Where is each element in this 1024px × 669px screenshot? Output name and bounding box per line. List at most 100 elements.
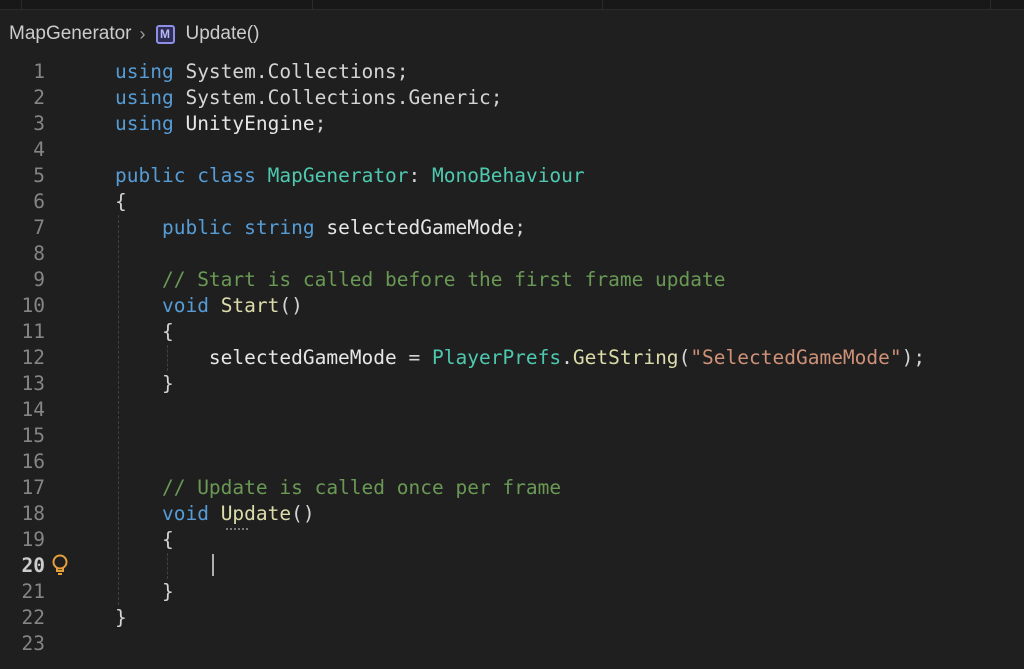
code-line[interactable]: 15 [0, 423, 1024, 449]
code-token: ; [396, 60, 409, 83]
code-token: Start [220, 294, 280, 317]
code-line[interactable]: 17 // Update is called once per frame [0, 475, 1024, 501]
code-line[interactable]: 9 // Start is called before the first fr… [0, 267, 1024, 293]
code-token: MapGenerator [267, 164, 409, 187]
code-token: // Start is called before the first fram… [161, 268, 726, 291]
code-line[interactable]: 19 { [0, 527, 1024, 553]
code-token: ); [901, 346, 926, 369]
line-number: 13 [21, 372, 45, 395]
code-text: } [115, 371, 174, 397]
code-line[interactable]: 14 [0, 397, 1024, 423]
tab-divider [21, 0, 22, 9]
line-number: 18 [21, 502, 45, 525]
tab-divider [312, 0, 313, 9]
line-number: 8 [33, 242, 45, 265]
code-token: void [161, 502, 209, 525]
breadcrumb-symbol-label: Update() [185, 23, 260, 44]
code-token: } [161, 372, 174, 395]
code-token: PlayerPrefs [432, 346, 562, 369]
code-editor[interactable]: 23 22} 21 } 20 19 {18 void Update() 17 // Upd… [0, 59, 1024, 669]
line-number: 19 [21, 528, 45, 551]
breadcrumb-symbol[interactable]: M Update() [155, 23, 260, 45]
code-token: selectedGameMode [326, 216, 515, 239]
code-line[interactable]: 20 [0, 553, 1024, 579]
code-text: using System.Collections; [115, 59, 409, 85]
code-token: public [161, 216, 233, 239]
lightbulb-icon[interactable] [50, 554, 70, 576]
code-text: void Start() [115, 293, 303, 319]
code-token: { [161, 320, 174, 343]
breadcrumb-file[interactable]: MapGenerator [9, 23, 132, 45]
code-line[interactable]: 3 using UnityEngine; [0, 111, 1024, 137]
code-token: } [161, 580, 174, 603]
code-text: selectedGameMode = PlayerPrefs.GetString… [115, 345, 925, 371]
line-number: 11 [21, 320, 45, 343]
code-line[interactable]: 10 void Start() [0, 293, 1024, 319]
hint-dots [226, 526, 248, 530]
code-token: System.Collections.Generic [185, 86, 491, 109]
code-token: using [115, 112, 174, 135]
line-number: 10 [21, 294, 45, 317]
code-token: public [115, 164, 186, 187]
code-line[interactable]: 4 [0, 137, 1024, 163]
code-line[interactable]: 2 using System.Collections.Generic; [0, 85, 1024, 111]
indent-guide [167, 345, 168, 371]
line-number: 7 [33, 216, 45, 239]
code-text: using System.Collections.Generic; [115, 85, 502, 111]
line-number: 3 [33, 112, 45, 135]
line-number: 15 [21, 424, 45, 447]
code-text: { [115, 319, 174, 345]
tab-strip[interactable] [0, 0, 1024, 10]
code-token: using [115, 86, 174, 109]
code-line[interactable]: 13 } [0, 371, 1024, 397]
code-text: void Update() [115, 501, 315, 527]
indent-guide [118, 215, 119, 605]
code-text: // Update is called once per frame [115, 475, 561, 501]
code-token: () [279, 294, 303, 317]
code-token: UnityEngine [185, 112, 315, 135]
breadcrumb: MapGenerator › M Update() [0, 10, 1024, 58]
line-number: 2 [33, 86, 45, 109]
line-number: 22 [21, 606, 45, 629]
code-token: selectedGameMode [208, 346, 397, 369]
code-line[interactable]: 22} [0, 605, 1024, 631]
code-line[interactable]: 6{ [0, 189, 1024, 215]
code-line[interactable]: 16 [0, 449, 1024, 475]
line-number: 23 [21, 632, 45, 655]
line-number: 14 [21, 398, 45, 421]
line-number: 1 [33, 60, 45, 83]
line-number: 4 [33, 138, 45, 161]
code-line[interactable]: 8 [0, 241, 1024, 267]
code-line[interactable]: 7 public string selectedGameMode; [0, 215, 1024, 241]
line-number: 20 [21, 554, 45, 577]
code-token: () [291, 502, 315, 525]
code-token: ; [314, 112, 327, 135]
code-line[interactable]: 23 [0, 631, 1024, 657]
line-number: 5 [33, 164, 45, 187]
line-number: 16 [21, 450, 45, 473]
code-line[interactable]: 12 selectedGameMode = PlayerPrefs.GetStr… [0, 345, 1024, 371]
code-token: { [161, 528, 174, 551]
code-line[interactable]: 18 void Update() [0, 501, 1024, 527]
code-line[interactable]: 5 public class MapGenerator: MonoBehaviou… [0, 163, 1024, 189]
code-token: ; [514, 216, 526, 239]
code-line[interactable]: 1 using System.Collections; [0, 59, 1024, 85]
code-text: } [115, 579, 174, 605]
code-line[interactable]: 11 { [0, 319, 1024, 345]
tab-divider [602, 0, 603, 9]
code-token: . [561, 346, 573, 369]
code-token: = [396, 346, 432, 369]
code-text: using UnityEngine; [115, 111, 326, 137]
code-line[interactable]: 21 } [0, 579, 1024, 605]
